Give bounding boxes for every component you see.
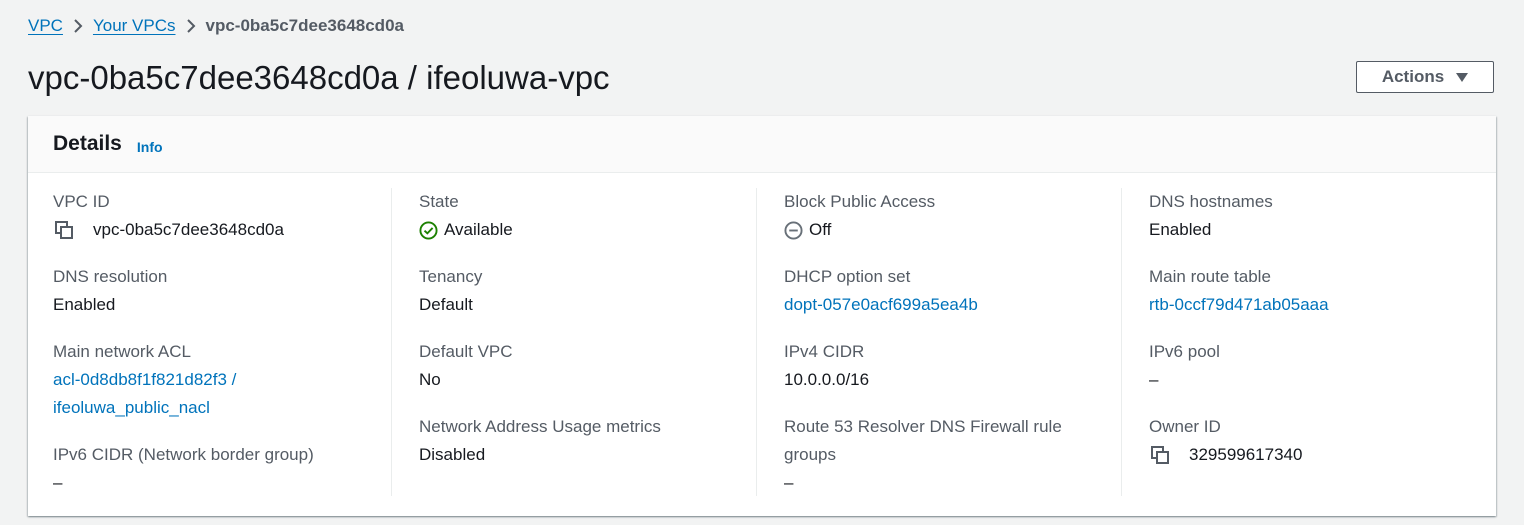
nau-metrics-field: Network Address Usage metrics Disabled: [419, 413, 749, 469]
copy-icon[interactable]: [53, 216, 93, 244]
route53-value: –: [784, 473, 794, 492]
default-vpc-value: No: [419, 370, 441, 389]
chevron-right-icon: [176, 19, 206, 33]
page-title: vpc-0ba5c7dee3648cd0a / ifeoluwa-vpc: [28, 59, 610, 96]
dns-resolution-label: DNS resolution: [53, 267, 168, 286]
tenancy-field: Tenancy Default: [419, 263, 749, 319]
details-heading: Details: [53, 132, 122, 155]
tenancy-label: Tenancy: [419, 267, 483, 286]
default-vpc-label: Default VPC: [419, 342, 513, 361]
block-public-access-field: Block Public Access Off: [784, 188, 1114, 244]
dhcp-option-set-field: DHCP option set dopt-057e0acf699a5ea4b: [784, 263, 1114, 319]
vpc-id-label: VPC ID: [53, 192, 110, 211]
main-network-acl-label: Main network ACL: [53, 342, 191, 361]
main-route-table-label: Main route table: [1149, 267, 1271, 286]
state-label: State: [419, 192, 459, 211]
chevron-right-icon: [63, 19, 93, 33]
owner-id-label: Owner ID: [1149, 417, 1221, 436]
vpc-id-value: vpc-0ba5c7dee3648cd0a: [93, 220, 284, 239]
ipv4-cidr-label: IPv4 CIDR: [784, 342, 865, 361]
details-panel: Details Info VPC ID vpc-0ba5c7dee3648cd0…: [28, 116, 1496, 516]
dns-hostnames-field: DNS hostnames Enabled: [1149, 188, 1479, 244]
owner-id-field: Owner ID 329599617340: [1149, 413, 1479, 469]
details-panel-header: Details Info: [28, 116, 1496, 173]
dns-resolution-value: Enabled: [53, 295, 116, 314]
caret-down-icon: [1456, 72, 1469, 82]
dns-hostnames-value: Enabled: [1149, 220, 1212, 239]
owner-id-value: 329599617340: [1189, 445, 1303, 464]
details-column-1: VPC ID vpc-0ba5c7dee3648cd0a DNS resolut…: [53, 188, 393, 496]
minus-circle-icon: [784, 220, 803, 240]
dns-hostnames-label: DNS hostnames: [1149, 192, 1273, 211]
main-route-table-field: Main route table rtb-0ccf79d471ab05aaa: [1149, 263, 1479, 319]
details-column-4: DNS hostnames Enabled Main route table r…: [1121, 188, 1489, 496]
state-value: Available: [444, 220, 513, 239]
dns-resolution-field: DNS resolution Enabled: [53, 263, 383, 319]
details-column-2: State Available Tenancy Default Default …: [391, 188, 759, 496]
nau-metrics-label: Network Address Usage metrics: [419, 417, 661, 436]
dhcp-option-set-label: DHCP option set: [784, 267, 911, 286]
main-route-table-link[interactable]: rtb-0ccf79d471ab05aaa: [1149, 291, 1479, 319]
breadcrumb-vpc-link[interactable]: VPC: [28, 16, 63, 36]
copy-icon[interactable]: [1149, 441, 1189, 469]
main-network-acl-link[interactable]: acl-0d8db8f1f821d82f3 / ifeoluwa_public_…: [53, 366, 383, 422]
dhcp-option-set-link[interactable]: dopt-057e0acf699a5ea4b: [784, 291, 1114, 319]
route53-label-line2: groups: [784, 445, 836, 464]
details-column-3: Block Public Access Off DHCP option set …: [756, 188, 1124, 496]
route53-label-line1: Route 53 Resolver DNS Firewall rule: [784, 417, 1062, 436]
info-link[interactable]: Info: [137, 139, 163, 155]
ipv4-cidr-field: IPv4 CIDR 10.0.0.0/16: [784, 338, 1114, 394]
ipv6-cidr-label: IPv6 CIDR (Network border group): [53, 445, 314, 464]
nau-metrics-value: Disabled: [419, 445, 486, 464]
breadcrumb: VPC Your VPCs vpc-0ba5c7dee3648cd0a: [28, 14, 404, 38]
block-public-access-label: Block Public Access: [784, 192, 936, 211]
route53-field: Route 53 Resolver DNS Firewall rule grou…: [784, 413, 1114, 497]
block-public-access-value: Off: [809, 220, 832, 239]
breadcrumb-current: vpc-0ba5c7dee3648cd0a: [205, 16, 404, 35]
ipv6-pool-field: IPv6 pool –: [1149, 338, 1479, 394]
main-network-acl-link-line2: ifeoluwa_public_nacl: [53, 398, 210, 417]
breadcrumb-your-vpcs-link[interactable]: Your VPCs: [93, 16, 176, 36]
ipv6-pool-value: –: [1149, 370, 1159, 389]
actions-button[interactable]: Actions: [1356, 61, 1494, 93]
vpc-id-field: VPC ID vpc-0ba5c7dee3648cd0a: [53, 188, 383, 244]
ipv6-cidr-field: IPv6 CIDR (Network border group) –: [53, 441, 383, 497]
tenancy-value: Default: [419, 295, 473, 314]
main-network-acl-link-line1: acl-0d8db8f1f821d82f3 /: [53, 370, 237, 389]
default-vpc-field: Default VPC No: [419, 338, 749, 394]
main-network-acl-field: Main network ACL acl-0d8db8f1f821d82f3 /…: [53, 338, 383, 422]
ipv6-pool-label: IPv6 pool: [1149, 342, 1220, 361]
ipv6-cidr-value: –: [53, 473, 63, 492]
ipv4-cidr-value: 10.0.0.0/16: [784, 370, 870, 389]
actions-button-label: Actions: [1381, 67, 1445, 86]
state-field: State Available: [419, 188, 749, 244]
check-circle-icon: [419, 220, 438, 240]
